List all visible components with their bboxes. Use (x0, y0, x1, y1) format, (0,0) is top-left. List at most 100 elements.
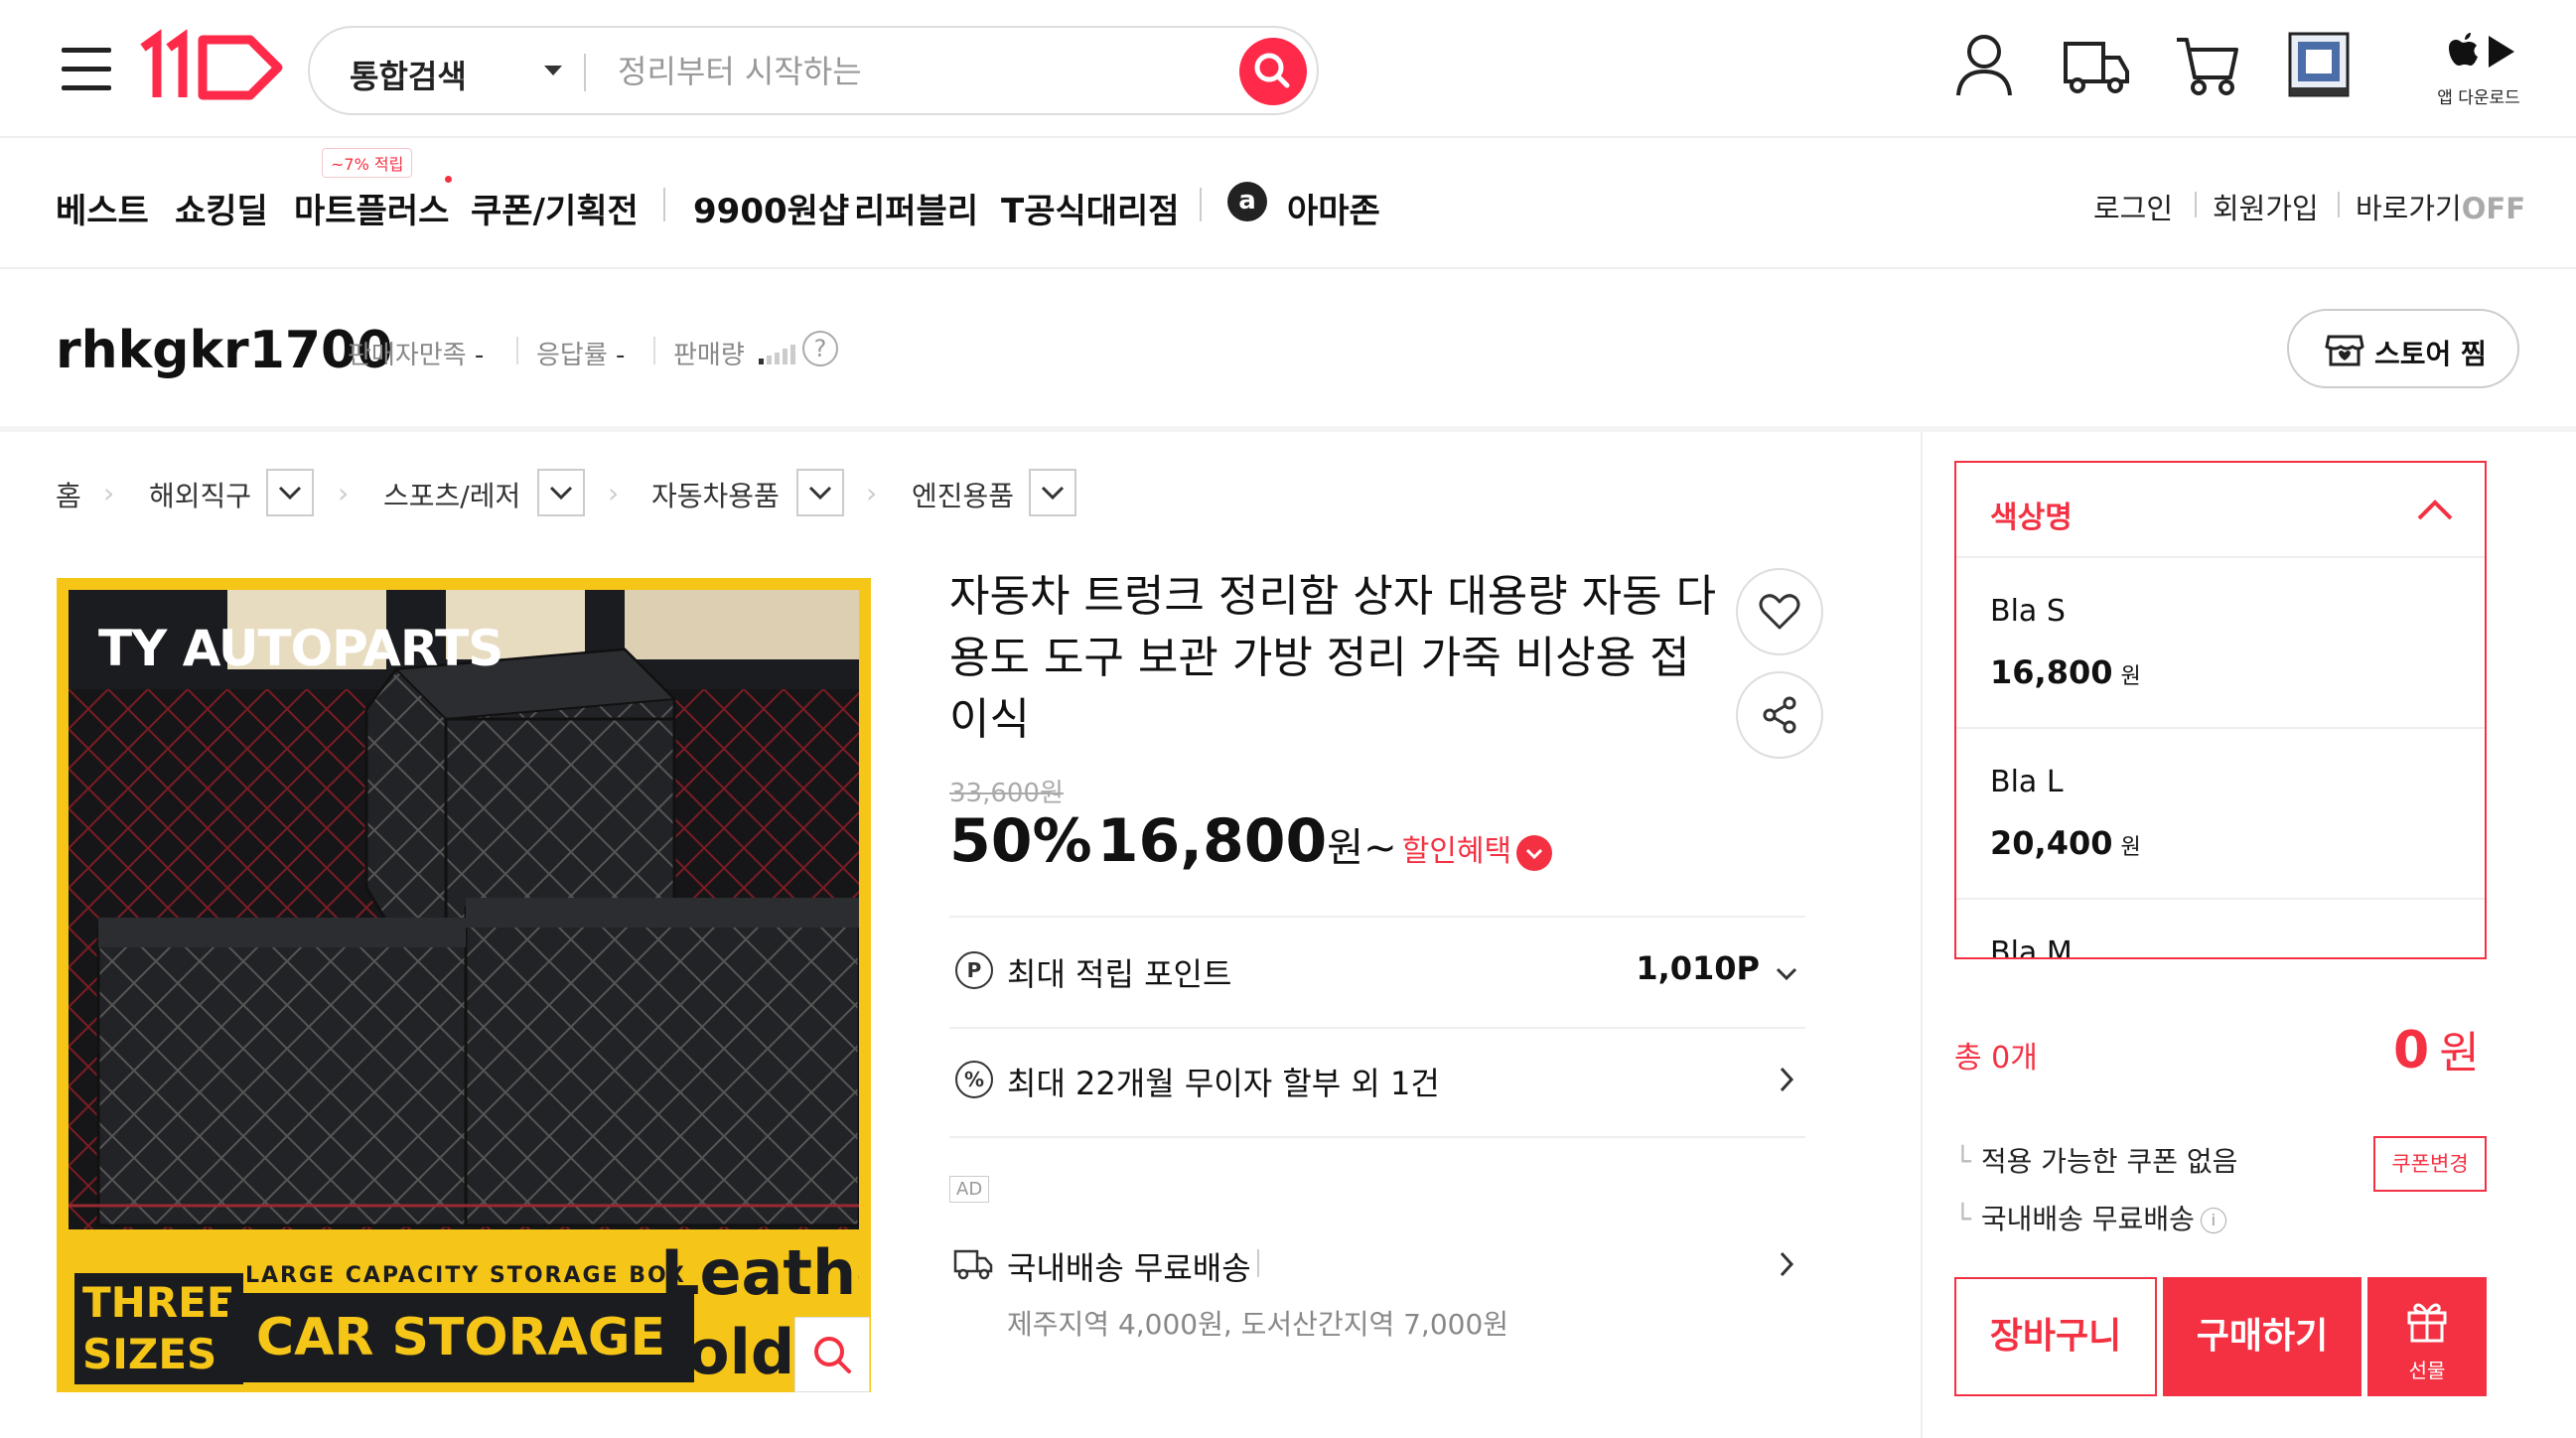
product-image[interactable]: TY AUTOPARTS THREE SIZES LARGE CAPACITY … (57, 578, 871, 1392)
option-price-unit: 원 (2120, 664, 2141, 689)
login-link[interactable]: 로그인 (2093, 186, 2173, 227)
seller-divider (516, 337, 518, 364)
option-header-label: 색상명 (1990, 501, 2073, 535)
help-icon[interactable]: ? (802, 331, 838, 366)
shipping-status: └ 국내배송 무료배송 i (1954, 1198, 2226, 1237)
response-value: - (616, 341, 626, 370)
breadcrumb-car-goods[interactable]: 자동차용품 (651, 475, 780, 514)
recent-product-thumbnail[interactable] (2288, 30, 2350, 103)
nav-item-refurbly[interactable]: 리퍼블리 (854, 184, 978, 232)
product-title: 자동차 트렁크 정리함 상자 대용량 자동 다용도 도구 보관 가방 정리 가죽… (949, 571, 1717, 745)
percent-icon: % (955, 1061, 993, 1098)
chevron-down-circle-icon[interactable] (1516, 834, 1553, 871)
main-nav: 베스트 쇼킹딜 ~7% 적립 마트플러스 쿠폰/기획전 9900원샵 리퍼블리 … (0, 138, 2576, 269)
search-box: 통합검색 (308, 26, 1319, 115)
breadcrumb-dropdown[interactable] (266, 469, 314, 516)
nav-divider (1200, 188, 1202, 221)
points-value: 1,010P (1636, 949, 1760, 987)
zoom-button[interactable] (794, 1317, 870, 1392)
response-label: 응답률 (536, 341, 608, 370)
breadcrumb-dropdown[interactable] (796, 469, 844, 516)
breadcrumb-home[interactable]: 홈 (56, 475, 81, 514)
coupon-status-text: 적용 가능한 쿠폰 없음 (1980, 1145, 2238, 1178)
discount-benefit-link[interactable]: 할인혜택 (1402, 834, 1511, 869)
seller-sales: 판매량 (673, 335, 745, 371)
seller-satisfaction: 판매자만족 - (348, 335, 484, 371)
shipping-row[interactable]: 국내배송 무료배송 (949, 1227, 1805, 1307)
point-icon: P (955, 951, 993, 989)
seller-name[interactable]: rhkgkr1700 (56, 321, 392, 380)
search-input[interactable] (618, 44, 1214, 99)
shipping-status-text: 국내배송 무료배송 (1980, 1203, 2195, 1235)
my-account-icon[interactable] (1952, 30, 2016, 103)
search-category-select[interactable]: 통합검색 (350, 52, 467, 97)
image-capacity-text: LARGE CAPACITY STORAGE BOX (245, 1263, 686, 1288)
breadcrumb-dropdown[interactable] (1029, 469, 1076, 516)
chevron-down-icon (549, 486, 573, 501)
installment-row[interactable]: % 최대 22개월 무이자 할부 외 1건 (949, 1043, 1805, 1122)
app-download-label: 앱 다운로드 (2437, 88, 2520, 108)
gift-button[interactable]: 선물 (2367, 1277, 2487, 1396)
chevron-right-icon: › (866, 477, 878, 509)
points-row[interactable]: P 최대 적립 포인트 1,010P (949, 934, 1805, 1013)
divider (949, 916, 1805, 918)
chevron-down-icon (1776, 967, 1797, 981)
nav-item-amazon[interactable]: 아마존 (1287, 184, 1380, 232)
breadcrumb-overseas[interactable]: 해외직구 (149, 475, 251, 514)
chevron-down-icon (808, 486, 832, 501)
option-item[interactable]: Bla L 20,400 원 (1956, 729, 2485, 900)
store-favorite-label: 스토어 찜 (2374, 338, 2487, 370)
app-download[interactable]: 앱 다운로드 (2429, 30, 2528, 108)
price-unit: 원~ (1327, 825, 1397, 871)
chevron-right-icon (1780, 1067, 1794, 1092)
storage-box-illustration (69, 590, 861, 1229)
chevron-down-icon[interactable] (544, 66, 562, 75)
nav-divider (2195, 192, 2197, 217)
nav-item-t-official[interactable]: T공식대리점 (1001, 184, 1180, 232)
nav-item-best[interactable]: 베스트 (56, 184, 149, 232)
option-name: Bla M (1990, 935, 2073, 959)
shipping-label: 국내배송 무료배송 (1007, 1249, 1251, 1287)
buy-now-button[interactable]: 구매하기 (2163, 1277, 2361, 1396)
heart-icon (1759, 594, 1800, 630)
coupon-change-button[interactable]: 쿠폰변경 (2373, 1136, 2487, 1192)
search-button[interactable] (1239, 38, 1307, 105)
delivery-truck-icon[interactable] (2062, 30, 2131, 103)
satisfaction-label: 판매자만족 (348, 341, 467, 370)
reward-badge: ~7% 적립 (322, 148, 413, 178)
option-header[interactable]: 색상명 (1956, 463, 2485, 558)
nav-item-mart-plus[interactable]: 마트플러스 (294, 184, 449, 232)
breadcrumb-engine[interactable]: 엔진용품 (912, 475, 1014, 514)
breadcrumb-sports[interactable]: 스포츠/레저 (383, 475, 520, 514)
chevron-down-icon (1041, 486, 1065, 501)
wishlist-button[interactable] (1736, 568, 1823, 655)
sales-label: 판매량 (673, 341, 745, 370)
cart-icon[interactable] (2173, 30, 2242, 103)
store-favorite-button[interactable]: 스토어 찜 (2287, 309, 2519, 388)
shipping-extra-fees: 제주지역 4,000원, 도서산간지역 7,000원 (1007, 1308, 1509, 1341)
option-price-unit: 원 (2120, 835, 2141, 860)
nav-item-coupon[interactable]: 쿠폰/기획전 (471, 184, 639, 232)
image-sizes-text: THREE SIZES (74, 1273, 243, 1384)
breadcrumb-dropdown[interactable] (537, 469, 585, 516)
11st-logo[interactable] (139, 28, 288, 111)
apple-play-icon (2449, 33, 2514, 68)
shortcut-toggle[interactable]: 바로가기OFF (2356, 186, 2525, 227)
total-price-unit: 원 (2439, 1028, 2480, 1078)
satisfaction-value: - (474, 341, 485, 370)
option-name: Bla S (1990, 594, 2066, 629)
gift-label: 선물 (2408, 1359, 2446, 1382)
sale-price: 16,800 (1096, 806, 1328, 876)
truck-icon (953, 1249, 993, 1280)
search-icon (1254, 53, 1290, 88)
sales-level-icon (759, 345, 795, 364)
option-item[interactable]: Bla S 16,800 원 (1956, 558, 2485, 729)
nav-item-shocking-deal[interactable]: 쇼킹딜 (175, 184, 268, 232)
signup-link[interactable]: 회원가입 (2213, 186, 2319, 227)
add-to-cart-button[interactable]: 장바구니 (1954, 1277, 2157, 1396)
menu-icon[interactable] (62, 48, 111, 91)
info-icon[interactable]: i (2200, 1208, 2226, 1233)
nav-item-9900-shop[interactable]: 9900원샵 (693, 184, 849, 232)
option-item[interactable]: Bla M (1956, 900, 2485, 959)
share-button[interactable] (1736, 671, 1823, 759)
